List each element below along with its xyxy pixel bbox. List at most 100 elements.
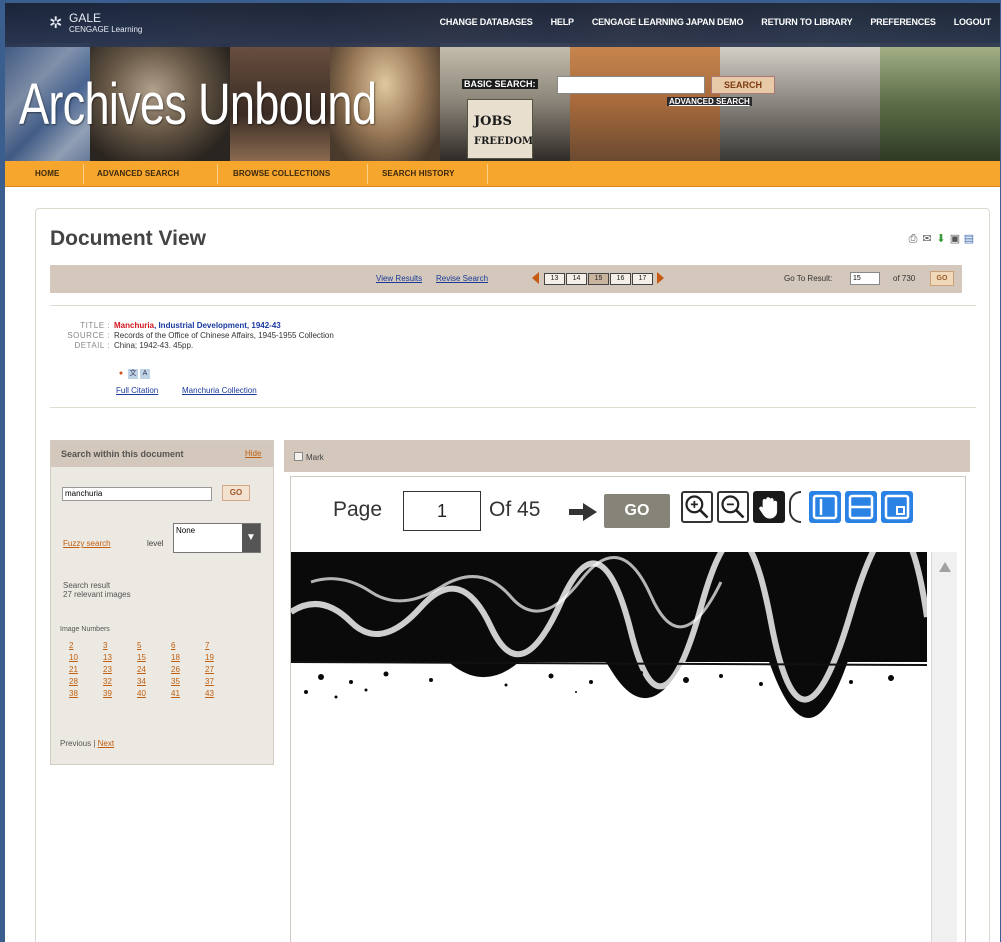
- search-button[interactable]: SEARCH: [711, 76, 775, 94]
- image-number-link[interactable]: 3: [103, 641, 137, 650]
- nav-advanced-search[interactable]: ADVANCED SEARCH: [97, 169, 179, 178]
- image-number-link[interactable]: 6: [171, 641, 205, 650]
- divider: [50, 305, 976, 306]
- page-go-button[interactable]: GO: [604, 494, 670, 528]
- image-number-link[interactable]: 5: [137, 641, 171, 650]
- nav-return-to-library[interactable]: RETURN TO LIBRARY: [752, 17, 861, 27]
- image-number-link[interactable]: 41: [171, 689, 205, 698]
- level-select[interactable]: None ▼: [173, 523, 261, 553]
- image-number-link[interactable]: 18: [171, 653, 205, 662]
- image-number-link[interactable]: 38: [69, 689, 103, 698]
- mark-checkbox[interactable]: [294, 452, 303, 461]
- nav-change-databases[interactable]: CHANGE DATABASES: [431, 17, 542, 27]
- image-number-link[interactable]: 40: [137, 689, 171, 698]
- image-number-grid: 2 3 5 6 7 10 13 15 18 19 21 23 24 26 27 28 32 34 35 37 38 39 4…: [69, 641, 239, 698]
- image-number-link[interactable]: 13: [103, 653, 137, 662]
- result-total: of 730: [893, 274, 916, 283]
- meta-row-source: SOURCE : Records of the Office of Chines…: [50, 331, 334, 341]
- bookmark-icon[interactable]: ▤: [963, 233, 975, 245]
- top-nav: CHANGE DATABASES HELP CENGAGE LEARNING J…: [431, 17, 1000, 27]
- document-page-image[interactable]: [291, 552, 927, 942]
- nav-logout[interactable]: LOGOUT: [945, 17, 1000, 27]
- advanced-search-link[interactable]: ADVANCED SEARCH: [667, 97, 752, 106]
- image-number-link[interactable]: 37: [205, 677, 239, 686]
- image-number-link[interactable]: 27: [205, 665, 239, 674]
- nav-cengage-japan-demo[interactable]: CENGAGE LEARNING JAPAN DEMO: [583, 17, 752, 27]
- goto-result-input[interactable]: 15: [850, 272, 880, 285]
- image-number-link[interactable]: 24: [137, 665, 171, 674]
- gale-logo-icon[interactable]: ✲: [49, 13, 63, 33]
- print-icon[interactable]: ⎙: [907, 233, 919, 245]
- result-page-current[interactable]: 15: [588, 273, 609, 285]
- result-page-link[interactable]: 13: [544, 273, 565, 285]
- nav-home[interactable]: HOME: [35, 169, 59, 178]
- result-page-link[interactable]: 16: [610, 273, 631, 285]
- image-number-link[interactable]: 26: [171, 665, 205, 674]
- image-number-link[interactable]: 43: [205, 689, 239, 698]
- document-tools: ⎙ ✉ ⬇ ▣ ▤: [907, 233, 975, 245]
- save-icon[interactable]: ▣: [949, 233, 961, 245]
- search-within-input[interactable]: manchuria: [62, 487, 212, 501]
- level-label: level: [147, 539, 164, 548]
- image-number-link[interactable]: 19: [205, 653, 239, 662]
- nav-help[interactable]: HELP: [542, 17, 583, 27]
- gale-logo[interactable]: GALE CENGAGE Learning: [69, 12, 142, 35]
- image-number-link[interactable]: 7: [205, 641, 239, 650]
- chevron-down-icon[interactable]: ▼: [242, 524, 260, 552]
- rotate-icon[interactable]: [789, 491, 801, 523]
- image-number-link[interactable]: 2: [69, 641, 103, 650]
- view-split-icon[interactable]: [845, 491, 877, 523]
- image-number-link[interactable]: 10: [69, 653, 103, 662]
- image-number-link[interactable]: 34: [137, 677, 171, 686]
- full-citation-link[interactable]: Full Citation: [116, 386, 158, 395]
- nav-preferences[interactable]: PREFERENCES: [861, 17, 944, 27]
- nav-divider: [487, 164, 488, 184]
- nav-divider: [83, 164, 84, 184]
- pan-hand-icon[interactable]: [753, 491, 785, 523]
- page-label: Page: [333, 498, 383, 521]
- scrollbar[interactable]: [931, 552, 957, 942]
- previous-result-icon[interactable]: [532, 272, 539, 284]
- goto-result-go-button[interactable]: GO: [930, 271, 954, 286]
- nav-divider: [217, 164, 218, 184]
- image-number-link[interactable]: 35: [171, 677, 205, 686]
- view-results-link[interactable]: View Results: [376, 274, 422, 283]
- view-single-page-icon[interactable]: [809, 491, 841, 523]
- result-page-link[interactable]: 14: [566, 273, 587, 285]
- nav-search-history[interactable]: SEARCH HISTORY: [382, 169, 455, 178]
- zoom-out-icon[interactable]: [717, 491, 749, 523]
- of-word: Of: [489, 498, 512, 521]
- search-within-go-button[interactable]: GO: [222, 485, 250, 501]
- translate-icon[interactable]: 文: [128, 369, 138, 379]
- meta-title: Manchuria, Industrial Development, 1942-…: [112, 321, 281, 331]
- page-number-input[interactable]: 1: [403, 491, 481, 531]
- result-page-link[interactable]: 17: [632, 273, 653, 285]
- arrow-right-icon: [569, 503, 597, 521]
- view-thumbnail-icon[interactable]: [881, 491, 913, 523]
- image-number-link[interactable]: 28: [69, 677, 103, 686]
- collection-link[interactable]: Manchuria Collection: [182, 386, 257, 395]
- browser-window: JOBS FREEDOM ✲ GALE CENGAGE Learning CHA…: [0, 0, 1001, 942]
- panel-title: Search within this document: [61, 449, 184, 459]
- zoom-in-icon[interactable]: [681, 491, 713, 523]
- image-number-link[interactable]: 15: [137, 653, 171, 662]
- next-link[interactable]: Next: [98, 739, 114, 748]
- next-result-icon[interactable]: [657, 272, 664, 284]
- download-icon[interactable]: ⬇: [935, 233, 947, 245]
- image-number-link[interactable]: 21: [69, 665, 103, 674]
- result-navigation-bar: View Results Revise Search 13 14 15 16 1…: [50, 265, 962, 293]
- previous-link[interactable]: Previous: [60, 739, 91, 748]
- fuzzy-search-link[interactable]: Fuzzy search: [63, 539, 111, 548]
- font-size-icon[interactable]: A: [140, 369, 150, 379]
- image-number-link[interactable]: 39: [103, 689, 137, 698]
- scroll-up-icon[interactable]: [939, 562, 951, 572]
- page-title: Document View: [50, 227, 206, 250]
- image-number-link[interactable]: 23: [103, 665, 137, 674]
- image-number-link[interactable]: 32: [103, 677, 137, 686]
- basic-search-input[interactable]: [557, 76, 705, 94]
- nav-browse-collections[interactable]: BROWSE COLLECTIONS: [233, 169, 330, 178]
- document-metadata: TITLE : Manchuria, Industrial Developmen…: [50, 321, 334, 351]
- revise-search-link[interactable]: Revise Search: [436, 274, 488, 283]
- hide-panel-link[interactable]: Hide: [245, 449, 261, 458]
- email-icon[interactable]: ✉: [921, 233, 933, 245]
